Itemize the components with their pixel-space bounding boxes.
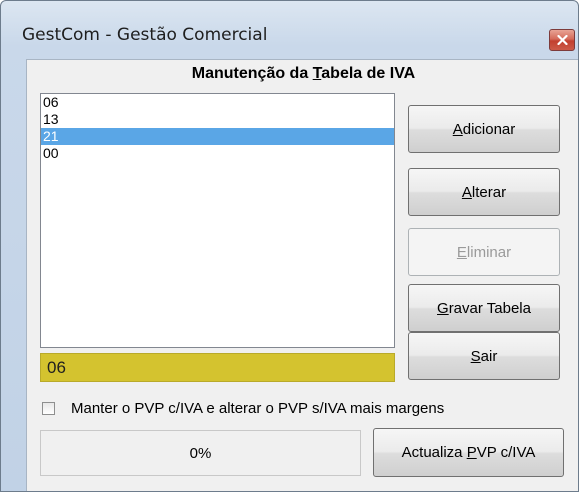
close-icon [556,35,568,45]
update-pvp-button[interactable]: Actualiza P VP c/IVA [373,428,564,477]
update-accelerator: P [466,444,477,461]
delete-accelerator: E [456,243,467,261]
update-progress: 0% [40,430,361,476]
list-item[interactable]: 00 [41,145,394,162]
delete-button[interactable]: Eliminar [408,228,560,276]
current-value-field[interactable]: 06 [40,353,395,382]
heading-text-part1: Manutenção da [191,65,313,82]
update-label: VP c/IVA [476,444,536,461]
add-button[interactable]: Adicionar [408,105,560,153]
keep-pvp-label[interactable]: Manter o PVP c/IVA e alterar o PVP s/IVA… [71,400,444,417]
heading-text-part2: abela de IVA [321,65,416,82]
keep-pvp-option[interactable]: Manter o PVP c/IVA e alterar o PVP s/IVA… [42,400,444,417]
keep-pvp-checkbox[interactable] [42,402,55,415]
delete-label: liminar [466,243,512,261]
title-bar[interactable]: GestCom - Gestão Comercial [1,1,578,59]
exit-label: air [480,347,498,365]
save-label: ravar Tabela [448,299,531,317]
iva-rates-list[interactable]: 06 13 21 00 [40,93,395,348]
app-window: GestCom - Gestão Comercial Manutenção da… [0,0,579,492]
exit-button[interactable]: Sair [408,332,560,380]
save-accelerator: G [437,299,449,317]
dialog-body: Manutenção da Tabela de IVA 06 13 21 00 … [26,59,578,491]
window-title: GestCom - Gestão Comercial [22,25,268,45]
edit-accelerator: A [461,183,472,201]
close-button[interactable] [549,29,575,51]
add-accelerator: A [452,120,463,138]
edit-label: lterar [471,183,507,201]
heading-accelerator: T [312,65,322,82]
list-item-selected[interactable]: 21 [41,128,394,145]
dialog-heading: Manutenção da Tabela de IVA [27,65,578,83]
list-item[interactable]: 06 [41,94,394,111]
add-label: dicionar [462,120,516,138]
exit-accelerator: S [470,347,481,365]
list-item[interactable]: 13 [41,111,394,128]
save-table-button[interactable]: Gravar Tabela [408,284,560,332]
update-label-prefix: Actualiza [401,444,467,461]
edit-button[interactable]: Alterar [408,168,560,216]
